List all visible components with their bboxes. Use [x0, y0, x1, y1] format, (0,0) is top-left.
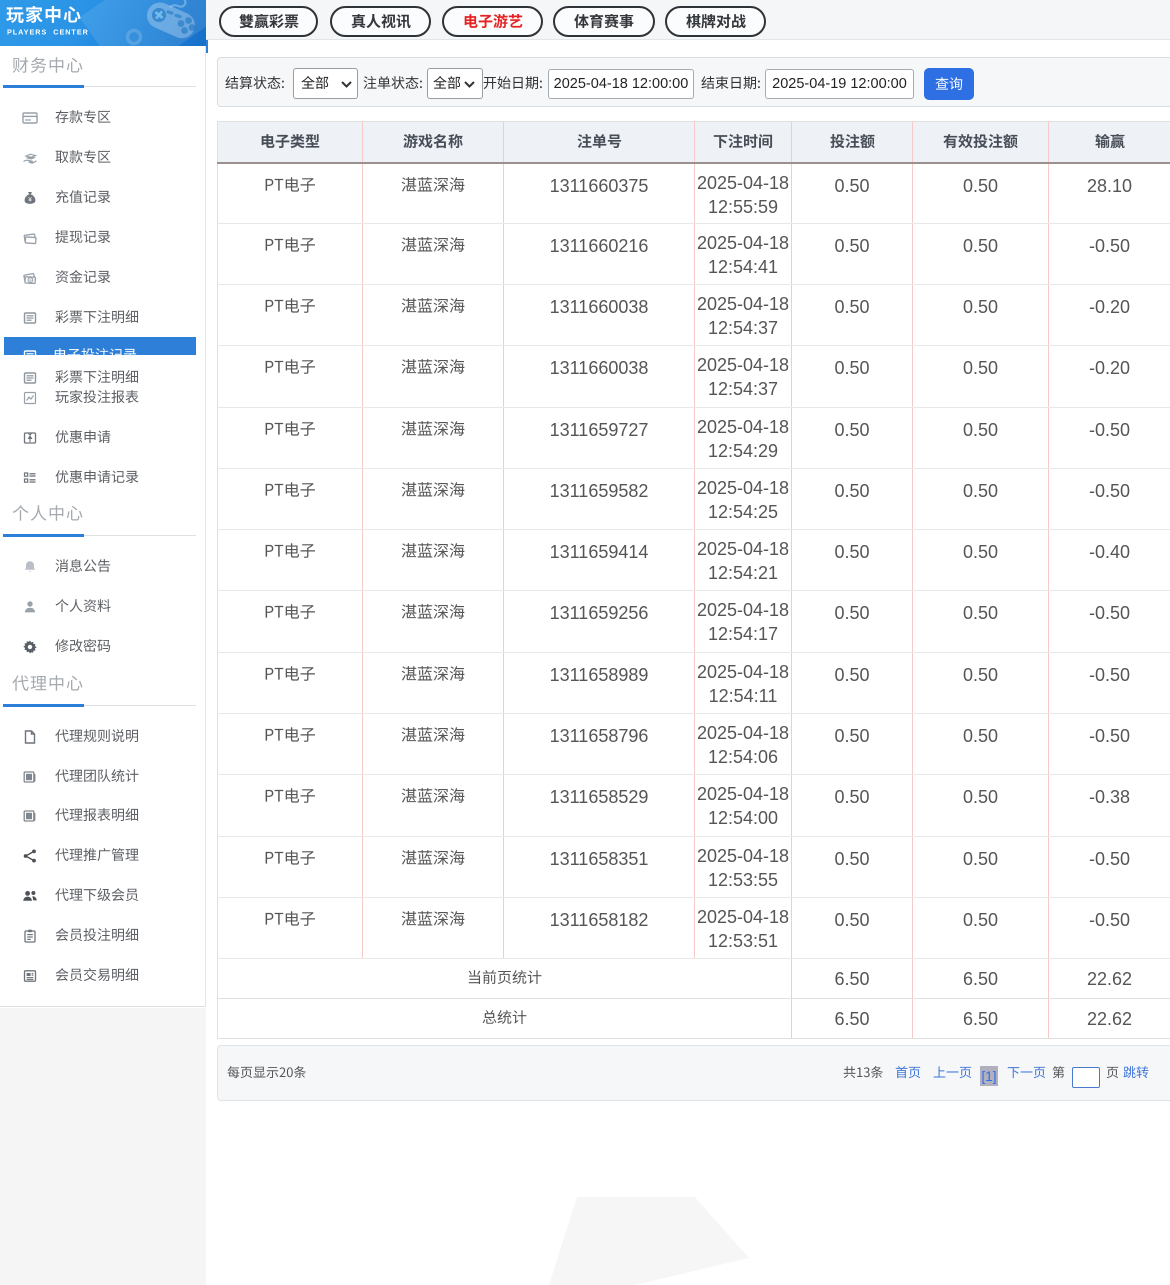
svg-text:¥: ¥ — [29, 278, 32, 283]
svg-text:¥: ¥ — [28, 196, 32, 203]
